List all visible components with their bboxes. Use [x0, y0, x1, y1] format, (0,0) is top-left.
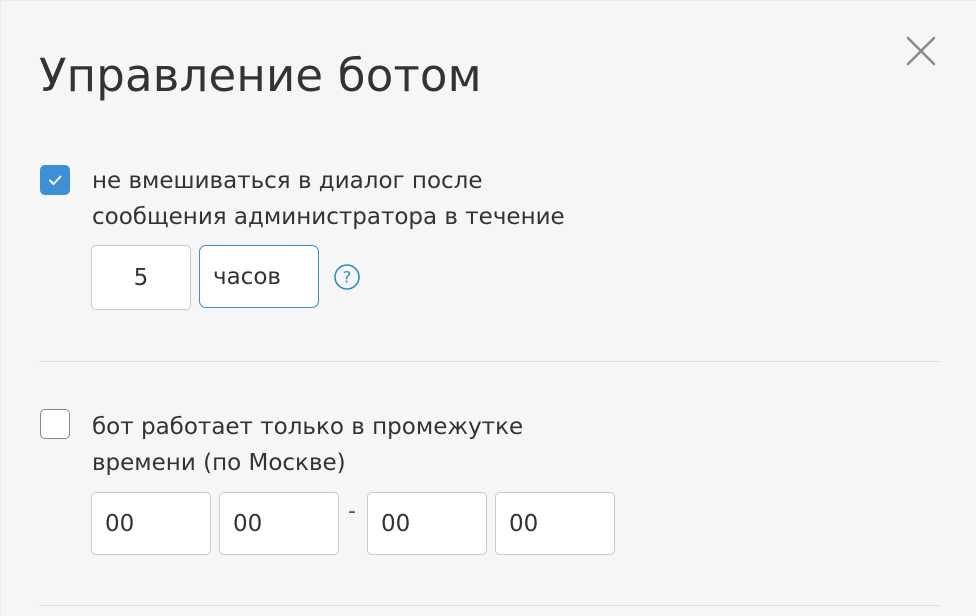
start-minutes-value: 00	[233, 510, 263, 537]
end-hours-value: 00	[381, 510, 411, 537]
close-icon[interactable]	[903, 33, 939, 69]
help-icon[interactable]: ?	[333, 263, 361, 291]
start-hours-value: 00	[105, 510, 135, 537]
admin-pause-label-line1: не вмешиваться в диалог после	[92, 168, 483, 194]
dialog-title: Управление ботом	[39, 49, 482, 102]
schedule-label-line2: времени (по Москве)	[92, 450, 346, 476]
section-divider-bottom	[39, 605, 939, 606]
admin-pause-label-line2: сообщения администратора в течение	[92, 204, 565, 230]
start-hours-input[interactable]: 00	[91, 492, 211, 555]
end-minutes-value: 00	[509, 510, 539, 537]
checkmark-icon	[49, 175, 62, 185]
schedule-checkbox[interactable]	[40, 409, 70, 439]
end-minutes-input[interactable]: 00	[495, 492, 615, 555]
svg-text:?: ?	[343, 268, 352, 287]
pause-duration-input[interactable]: 5	[91, 245, 191, 310]
pause-unit-value: часов	[213, 263, 281, 290]
start-minutes-input[interactable]: 00	[219, 492, 339, 555]
bot-settings-dialog: Управление ботом не вмешиваться в диалог…	[0, 0, 976, 616]
end-hours-input[interactable]: 00	[367, 492, 487, 555]
pause-duration-value: 5	[133, 264, 149, 291]
schedule-label-line1: бот работает только в промежутке	[92, 414, 524, 440]
admin-pause-checkbox[interactable]	[40, 165, 70, 195]
pause-unit-select[interactable]: часов	[199, 245, 319, 308]
time-range-separator: -	[348, 499, 356, 524]
section-divider	[39, 361, 939, 362]
